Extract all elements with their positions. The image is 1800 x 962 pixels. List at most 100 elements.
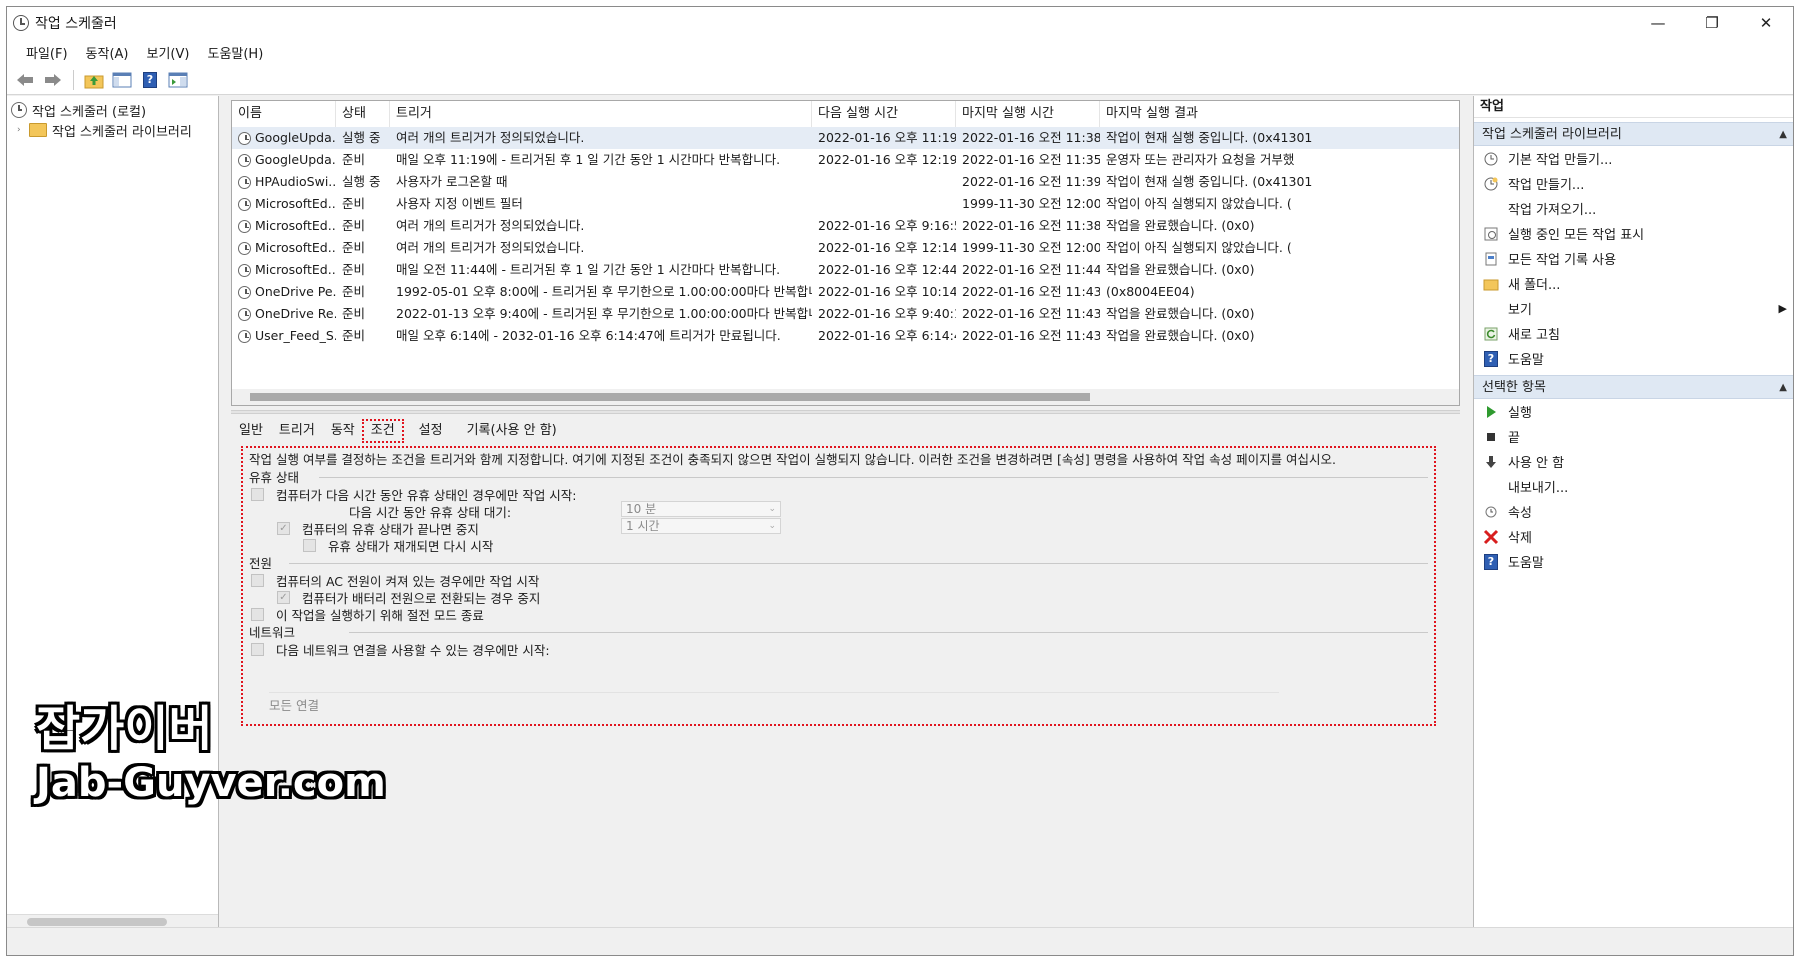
watermark-korean: 잡가이버	[36, 701, 213, 757]
action-item[interactable]: 기본 작업 만들기...	[1474, 146, 1793, 171]
close-button[interactable]: ✕	[1739, 7, 1793, 39]
option-idle-start[interactable]: 컴퓨터가 다음 시간 동안 유휴 상태인 경우에만 작업 시작:	[249, 486, 1428, 503]
forward-arrow-icon[interactable]	[41, 68, 65, 92]
watermark-url: Jab-Guyver.com	[36, 760, 386, 806]
action-item[interactable]: 작업 만들기...	[1474, 171, 1793, 196]
table-row[interactable]: MicrosoftEd... 준비 여러 개의 트리거가 정의되었습니다. 2022-…	[232, 237, 1459, 259]
action-item[interactable]: 보기 ▶	[1474, 296, 1793, 321]
option-power-battery[interactable]: ✓ 컴퓨터가 배터리 전원으로 전환되는 경우 중지	[249, 589, 1428, 606]
section-divider	[289, 563, 1428, 564]
action-item[interactable]: 삭제	[1474, 524, 1793, 549]
tab-triggers[interactable]: 트리거	[271, 420, 323, 442]
option-idle-restart[interactable]: 유휴 상태가 재개되면 다시 시작	[249, 537, 1428, 554]
table-row[interactable]: GoogleUpda... 실행 중 여러 개의 트리거가 정의되었습니다. 2022…	[232, 127, 1459, 149]
cell-name: MicrosoftEd...	[232, 259, 336, 281]
column-header-status[interactable]: 상태	[336, 101, 390, 127]
tab-general[interactable]: 일반	[231, 420, 271, 442]
menu-view[interactable]: 보기(V)	[138, 43, 199, 62]
idle-stop-checkbox[interactable]: ✓	[277, 522, 290, 535]
action-item[interactable]: ? 도움말	[1474, 549, 1793, 574]
scrollbar-thumb[interactable]	[250, 393, 1090, 401]
idle-restart-checkbox[interactable]	[303, 539, 316, 552]
cell-name: GoogleUpda...	[232, 149, 336, 171]
idle-duration-dropdown[interactable]: 10 분 ⌄	[621, 501, 781, 517]
action-item[interactable]: 새 폴더...	[1474, 271, 1793, 296]
action-item[interactable]: 모든 작업 기록 사용	[1474, 246, 1793, 271]
column-header-name[interactable]: 이름	[232, 101, 336, 127]
action-item[interactable]: 사용 안 함	[1474, 449, 1793, 474]
section-network: 네트워크	[249, 624, 1428, 641]
action-item[interactable]: 내보내기...	[1474, 474, 1793, 499]
maximize-button[interactable]: ❐	[1685, 7, 1739, 39]
column-header-last-run[interactable]: 마지막 실행 시간	[956, 101, 1100, 127]
cell-last-result: 작업을 완료했습니다. (0x0)	[1106, 218, 1255, 233]
show-hide-console-tree-icon[interactable]	[110, 68, 134, 92]
cell-next-run	[812, 193, 956, 215]
menu-bar: 파일(F) 동작(A) 보기(V) 도움말(H)	[7, 39, 1793, 65]
minimize-button[interactable]: —	[1631, 7, 1685, 39]
power-battery-checkbox[interactable]: ✓	[277, 591, 290, 604]
option-power-wake[interactable]: 이 작업을 실행하기 위해 절전 모드 종료	[249, 606, 1428, 623]
help-glyph: ?	[143, 71, 157, 88]
table-row[interactable]: MicrosoftEd... 준비 매일 오전 11:44에 - 트리거된 후 1 …	[232, 259, 1459, 281]
column-header-next-run[interactable]: 다음 실행 시간	[812, 101, 956, 127]
power-ac-checkbox[interactable]	[251, 574, 264, 587]
scrollbar-thumb[interactable]	[27, 918, 167, 926]
actions-section-selected[interactable]: 선택한 항목 ▲	[1474, 375, 1793, 400]
action-item[interactable]: 새로 고침	[1474, 321, 1793, 346]
option-power-ac[interactable]: 컴퓨터의 AC 전원이 켜져 있는 경우에만 작업 시작	[249, 572, 1428, 589]
power-wake-label: 이 작업을 실행하기 위해 절전 모드 종료	[276, 608, 484, 623]
tree-item-root[interactable]: 작업 스케줄러 (로컬)	[7, 100, 218, 120]
cell-trigger: 여러 개의 트리거가 정의되었습니다.	[396, 218, 585, 233]
column-header-last-result[interactable]: 마지막 실행 결과	[1100, 101, 1459, 127]
power-wake-checkbox[interactable]	[251, 608, 264, 621]
action-item[interactable]: ? 도움말	[1474, 346, 1793, 371]
option-idle-stop[interactable]: ✓ 컴퓨터의 유휴 상태가 끝나면 중지	[249, 520, 1428, 537]
task-clock-icon	[238, 241, 251, 255]
actions-pane-title: 작업	[1474, 96, 1793, 118]
task-list-horizontal-scrollbar[interactable]	[232, 389, 1459, 405]
table-row[interactable]: MicrosoftEd... 준비 사용자 지정 이벤트 필터 1999-11-30 …	[232, 193, 1459, 215]
tab-settings[interactable]: 설정	[411, 420, 451, 442]
idle-start-checkbox[interactable]	[251, 488, 264, 501]
table-row[interactable]: GoogleUpda... 준비 매일 오후 11:19에 - 트리거된 후 1 일…	[232, 149, 1459, 171]
table-row[interactable]: MicrosoftEd... 준비 여러 개의 트리거가 정의되었습니다. 2022-…	[232, 215, 1459, 237]
idle-wait-dropdown[interactable]: 1 시간 ⌄	[621, 518, 781, 534]
pane-splitter[interactable]	[231, 410, 1460, 414]
action-item[interactable]: 끝	[1474, 424, 1793, 449]
column-header-trigger[interactable]: 트리거	[390, 101, 812, 127]
task-name-label: MicrosoftEd...	[255, 240, 336, 255]
menu-help[interactable]: 도움말(H)	[198, 43, 272, 62]
action-item[interactable]: 속성	[1474, 499, 1793, 524]
action-item[interactable]: 실행 중인 모든 작업 표시	[1474, 221, 1793, 246]
table-row[interactable]: OneDrive Re... 준비 2022-01-13 오후 9:40에 - 트리…	[232, 303, 1459, 325]
option-network-start[interactable]: 다음 네트워크 연결을 사용할 수 있는 경우에만 시작:	[249, 641, 1428, 658]
collapse-caret-icon[interactable]: ▲	[1779, 376, 1787, 400]
task-list-header: 이름 상태 트리거 다음 실행 시간 마지막 실행 시간 마지막 실행 결과	[232, 101, 1459, 127]
collapse-caret-icon[interactable]: ▲	[1779, 123, 1787, 147]
tab-history[interactable]: 기록(사용 안 함)	[459, 420, 565, 442]
cell-next-run	[812, 171, 956, 193]
network-connection-field[interactable]: 모든 연결	[269, 692, 1279, 718]
menu-file[interactable]: 파일(F)	[17, 43, 77, 62]
table-row[interactable]: HPAudioSwi... 실행 중 사용자가 로그온할 때 2022-01-16 오…	[232, 171, 1459, 193]
table-row[interactable]: OneDrive Pe... 준비 1992-05-01 오후 8:00에 - 트리…	[232, 281, 1459, 303]
table-row[interactable]: User_Feed_S... 준비 매일 오후 6:14에 - 2032-01-16…	[232, 325, 1459, 347]
up-folder-icon[interactable]	[82, 68, 106, 92]
actions-section-library[interactable]: 작업 스케줄러 라이브러리 ▲	[1474, 122, 1793, 147]
chevron-down-icon: ⌄	[768, 504, 776, 514]
show-hide-action-pane-icon[interactable]	[166, 68, 190, 92]
tab-conditions[interactable]: 조건	[361, 419, 404, 443]
action-item[interactable]: 실행	[1474, 399, 1793, 424]
tab-actions[interactable]: 동작	[323, 420, 363, 442]
expand-chevron-icon[interactable]: ›	[17, 125, 29, 135]
tree-item-library[interactable]: › 작업 스케줄러 라이브러리	[7, 120, 218, 140]
action-item[interactable]: 작업 가져오기...	[1474, 196, 1793, 221]
clock-icon	[11, 102, 27, 118]
help-icon[interactable]: ?	[138, 68, 162, 92]
menu-action[interactable]: 동작(A)	[77, 43, 138, 62]
left-horizontal-scrollbar[interactable]	[7, 914, 218, 928]
cell-trigger: 매일 오후 11:19에 - 트리거된 후 1 일 기간 동안 1 시간마다 반…	[396, 152, 781, 167]
back-arrow-icon[interactable]	[13, 68, 37, 92]
network-start-checkbox[interactable]	[251, 643, 264, 656]
